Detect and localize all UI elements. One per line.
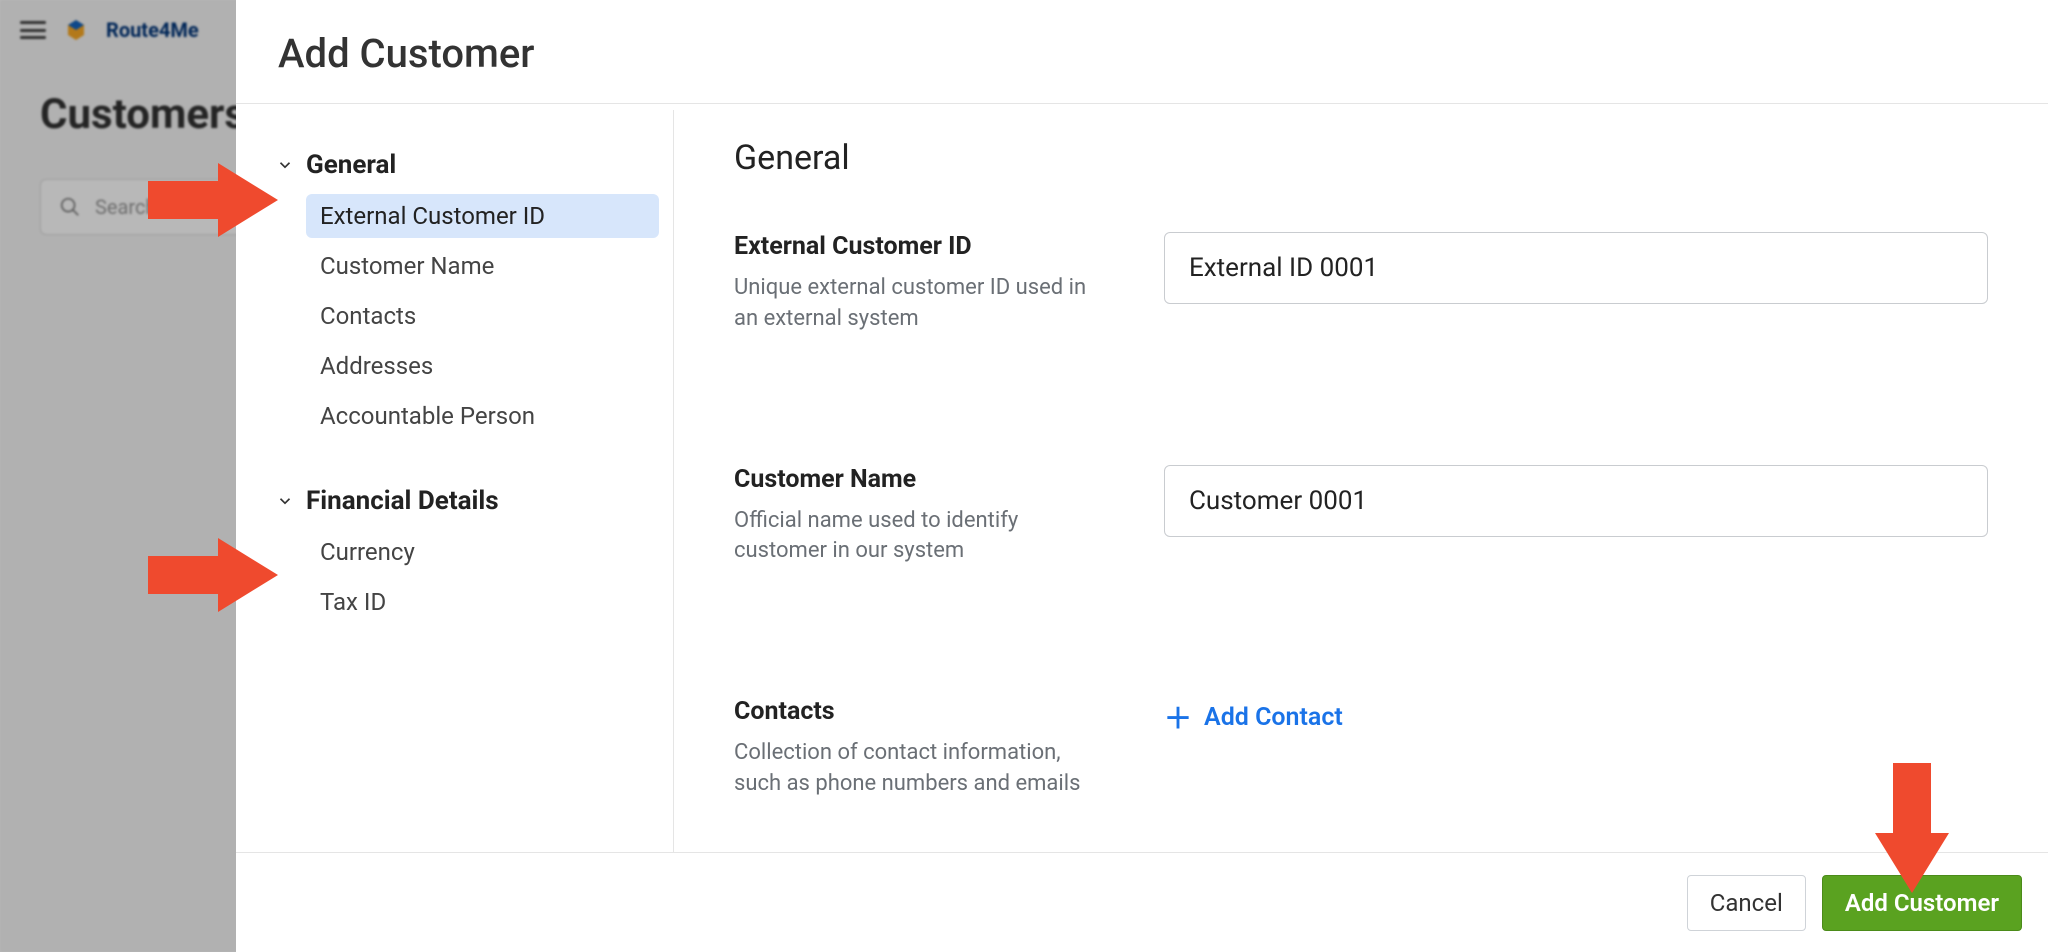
modal-footer: Cancel Add Customer: [236, 852, 2048, 952]
sidebar-item-external-customer-id[interactable]: External Customer ID: [306, 194, 659, 238]
sidebar-section-general: General External Customer ID Customer Na…: [276, 150, 659, 438]
field-label: Customer Name: [734, 465, 1104, 494]
modal-title: Add Customer: [278, 30, 2006, 77]
sidebar-item-customer-name[interactable]: Customer Name: [306, 244, 659, 288]
modal-header: Add Customer: [236, 0, 2048, 104]
cancel-button[interactable]: Cancel: [1687, 875, 1806, 931]
field-label: Contacts: [734, 697, 1104, 726]
field-row-contacts: Contacts Collection of contact informati…: [734, 697, 1988, 800]
field-row-customer-name: Customer Name Official name used to iden…: [734, 465, 1988, 568]
sidebar-header-general[interactable]: General: [276, 150, 659, 180]
external-customer-id-input[interactable]: [1164, 232, 1988, 304]
add-customer-button-label: Add Customer: [1845, 889, 1999, 917]
sidebar-item-accountable-person[interactable]: Accountable Person: [306, 394, 659, 438]
add-customer-button[interactable]: Add Customer: [1822, 875, 2022, 931]
plus-icon: ＋: [1164, 697, 1192, 737]
field-hint: Official name used to identify customer …: [734, 506, 1104, 568]
sidebar-header-label: General: [306, 150, 396, 180]
add-contact-button[interactable]: ＋ Add Contact: [1164, 697, 1343, 737]
chevron-down-icon: [276, 492, 294, 510]
field-label: External Customer ID: [734, 232, 1104, 261]
sidebar-item-addresses[interactable]: Addresses: [306, 344, 659, 388]
form-section-title: General: [734, 138, 1988, 178]
sidebar-item-currency[interactable]: Currency: [306, 530, 659, 574]
field-hint: Collection of contact information, such …: [734, 738, 1104, 800]
add-contact-label: Add Contact: [1204, 703, 1343, 732]
field-row-external-customer-id: External Customer ID Unique external cus…: [734, 232, 1988, 335]
modal-sidebar: General External Customer ID Customer Na…: [236, 110, 674, 852]
sidebar-header-label: Financial Details: [306, 486, 499, 516]
chevron-down-icon: [276, 156, 294, 174]
cancel-button-label: Cancel: [1710, 889, 1783, 917]
customer-name-input[interactable]: [1164, 465, 1988, 537]
add-customer-modal: Add Customer General External Customer I…: [236, 0, 2048, 952]
sidebar-item-tax-id[interactable]: Tax ID: [306, 580, 659, 624]
sidebar-section-financial: Financial Details Currency Tax ID: [276, 486, 659, 624]
sidebar-header-financial[interactable]: Financial Details: [276, 486, 659, 516]
field-hint: Unique external customer ID used in an e…: [734, 273, 1104, 335]
sidebar-item-contacts[interactable]: Contacts: [306, 294, 659, 338]
form-content: General External Customer ID Unique exte…: [674, 110, 2048, 852]
